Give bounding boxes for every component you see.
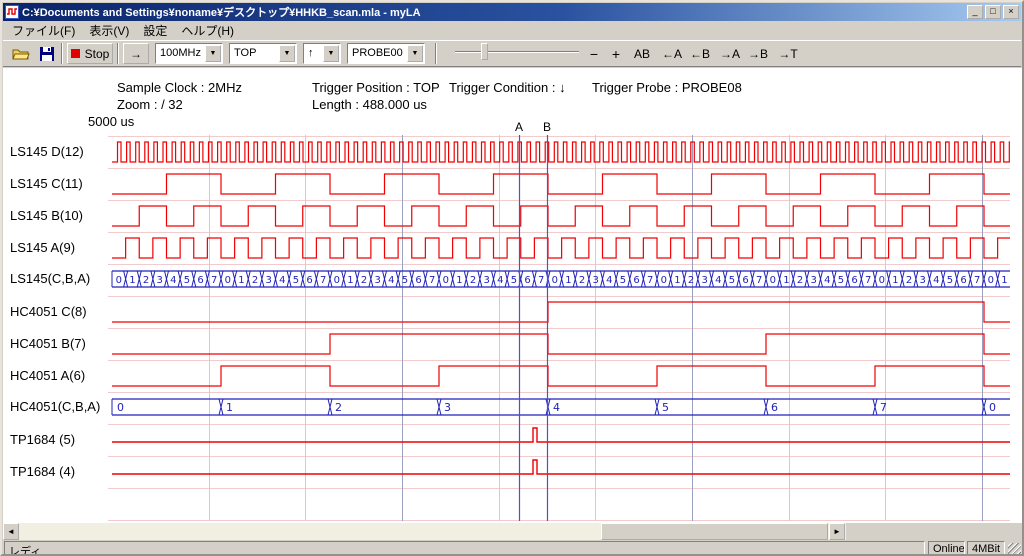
goto-a-right-icon: →A (720, 47, 740, 61)
channel-label: HC4051 B(7) (10, 336, 86, 352)
sample-rate-value: 100MHz (160, 47, 201, 59)
channel-label: LS145 B(10) (10, 208, 83, 224)
open-button[interactable] (9, 43, 33, 64)
menu-file[interactable]: ファイル(F) (5, 20, 82, 41)
close-icon: × (1004, 5, 1018, 17)
maximize-button[interactable]: □ (985, 5, 1001, 19)
stop-button[interactable]: Stop (67, 43, 113, 64)
status-memory-text: 4MBit (972, 543, 1000, 555)
slider-track (455, 51, 579, 53)
status-ready-panel: レディ (4, 541, 925, 556)
trigger-edge-select[interactable]: ↑ ▼ (303, 43, 341, 64)
status-ready-text: レディ (9, 546, 41, 556)
marker-label-b[interactable]: B (539, 120, 555, 134)
probe-select[interactable]: PROBE00 ▼ (347, 43, 425, 64)
goto-b-left-icon: ←B (690, 47, 710, 61)
sample-rate-select[interactable]: 100MHz ▼ (155, 43, 223, 64)
dropdown-arrow-icon[interactable]: ▼ (323, 45, 339, 62)
trigger-position-value: TOP (234, 47, 256, 59)
dropdown-arrow-icon[interactable]: ▼ (279, 45, 295, 62)
close-button[interactable]: × (1003, 5, 1019, 19)
trigger-position-select[interactable]: TOP ▼ (229, 43, 297, 64)
run-button[interactable]: → (123, 43, 149, 64)
plus-icon: + (612, 46, 620, 62)
channel-label: HC4051 A(6) (10, 368, 85, 384)
goto-a-left-icon: ←A (662, 47, 682, 61)
channel-label: HC4051 C(8) (10, 304, 87, 320)
statusbar: レディ Online 4MBit (3, 541, 1021, 556)
scroll-thumb[interactable] (601, 523, 828, 540)
zoom-readout: Zoom : / 32 (117, 97, 183, 112)
trigger-condition-readout: Trigger Condition : ↓ (449, 80, 566, 95)
scroll-left-icon: ◄ (7, 527, 15, 536)
ab-label: AB (634, 47, 650, 61)
scroll-right-button[interactable]: ► (829, 523, 845, 540)
run-arrow-icon: → (130, 47, 142, 61)
minimize-button[interactable]: _ (967, 5, 983, 19)
goto-b-right-button[interactable]: →B (745, 43, 771, 64)
scroll-left-button[interactable]: ◄ (3, 523, 19, 540)
slider-thumb[interactable] (481, 43, 488, 60)
toolbar-separator (117, 43, 119, 64)
waveform-client-area (3, 68, 1024, 523)
stop-label: Stop (85, 47, 110, 61)
channel-label: HC4051(C,B,A) (10, 399, 100, 415)
goto-trigger-icon: →T (778, 47, 797, 61)
floppy-icon (40, 47, 54, 61)
toolbar: Stop → 100MHz ▼ TOP ▼ ↑ ▼ PROBE00 ▼ − + … (3, 40, 1021, 67)
sample-clock-readout: Sample Clock : 2MHz (117, 80, 242, 95)
channel-label: LS145 A(9) (10, 240, 75, 256)
toolbar-separator (435, 43, 437, 64)
dropdown-arrow-icon[interactable]: ▼ (205, 45, 221, 62)
zoom-ab-button[interactable]: AB (629, 43, 655, 64)
probe-value: PROBE00 (352, 47, 403, 59)
goto-trigger-button[interactable]: →T (775, 43, 801, 64)
minus-icon: − (590, 46, 598, 62)
status-online-panel: Online (928, 541, 965, 556)
menu-help[interactable]: ヘルプ(H) (174, 20, 241, 41)
status-online-text: Online (933, 543, 965, 555)
length-readout: Length : 488.000 us (312, 97, 427, 112)
goto-b-right-icon: →B (748, 47, 768, 61)
minimize-icon: _ (968, 5, 982, 17)
channel-label: TP1684 (4) (10, 464, 75, 480)
goto-a-left-button[interactable]: ←A (659, 43, 685, 64)
goto-a-right-button[interactable]: →A (717, 43, 743, 64)
maximize-icon: □ (986, 5, 1000, 17)
open-folder-icon (12, 47, 30, 61)
app-icon (5, 5, 19, 19)
scroll-right-icon: ► (833, 527, 841, 536)
time-scale-label: 5000 us (88, 114, 134, 129)
menubar: ファイル(F) 表示(V) 設定 ヘルプ(H) (3, 21, 1021, 40)
zoom-in-button[interactable]: + (607, 43, 625, 64)
trigger-probe-readout: Trigger Probe : PROBE08 (592, 80, 742, 95)
dropdown-arrow-icon[interactable]: ▼ (407, 45, 423, 62)
channel-label: LS145(C,B,A) (10, 271, 90, 287)
app-window: C:¥Documents and Settings¥noname¥デスクトップ¥… (0, 0, 1024, 556)
toolbar-separator (61, 43, 63, 64)
status-memory-panel: 4MBit (967, 541, 1005, 556)
horizontal-scrollbar[interactable]: ◄ ► (3, 523, 846, 540)
menu-view[interactable]: 表示(V) (82, 20, 136, 41)
marker-label-a[interactable]: A (511, 120, 527, 134)
channel-label: LS145 C(11) (10, 176, 83, 192)
trigger-edge-value: ↑ (308, 47, 314, 59)
trigger-position-readout: Trigger Position : TOP (312, 80, 440, 95)
titlebar[interactable]: C:¥Documents and Settings¥noname¥デスクトップ¥… (3, 3, 1021, 21)
window-title: C:¥Documents and Settings¥noname¥デスクトップ¥… (22, 4, 965, 20)
resize-grip-icon[interactable] (1008, 543, 1021, 556)
zoom-out-button[interactable]: − (585, 43, 603, 64)
channel-label: LS145 D(12) (10, 144, 84, 160)
save-button[interactable] (35, 43, 59, 64)
zoom-slider[interactable] (455, 41, 579, 62)
channel-label: TP1684 (5) (10, 432, 75, 448)
goto-b-left-button[interactable]: ←B (687, 43, 713, 64)
menu-settings[interactable]: 設定 (136, 20, 174, 41)
stop-icon (71, 49, 80, 58)
